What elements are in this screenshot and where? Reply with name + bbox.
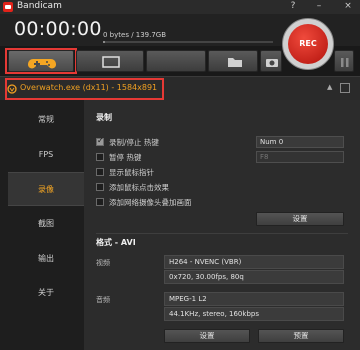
webcam-overlay-label: 添加网络摄像头叠加画面 (109, 198, 192, 207)
screen-mode-button[interactable] (76, 50, 144, 72)
webcam-overlay-checkbox[interactable] (96, 198, 104, 206)
folder-icon (228, 58, 242, 67)
audio-codec: MPEG-1 L2 (164, 292, 344, 306)
show-cursor-label: 显示鼠标指针 (109, 168, 154, 177)
close-button[interactable]: × (340, 0, 356, 14)
disk-usage-fill (103, 41, 105, 43)
format-section-title: 格式 - AVI (96, 238, 136, 247)
window-mode-icon[interactable] (340, 83, 350, 93)
settings-sidebar: 常规 FPS 录像 截图 输出 关于 (0, 100, 84, 350)
show-cursor-checkbox[interactable] (96, 168, 104, 176)
record-button[interactable]: REC (282, 18, 334, 70)
camera-icon (266, 59, 278, 67)
section-divider (96, 233, 348, 234)
pause-icon (341, 58, 349, 67)
pause-hotkey-label: 暂停 热键 (109, 153, 142, 162)
video-detail: 0x720, 30.00fps, 80q (164, 270, 344, 284)
click-effect-label: 添加鼠标点击效果 (109, 183, 169, 192)
video-label: 视频 (96, 259, 110, 267)
record-hotkey-field[interactable]: Num 0 (256, 136, 344, 148)
sidebar-item-video[interactable]: 录像 (8, 172, 84, 206)
target-window-bar[interactable]: Overwatch.exe (dx11) - 1584x891 ▲ (0, 76, 360, 100)
bandicam-logo-icon (3, 2, 13, 12)
help-button[interactable]: ? (285, 0, 301, 14)
video-settings-panel: 录制 录制/停止 热键 Num 0 暂停 热键 F8 显示鼠标指针 添加鼠标点击… (84, 100, 360, 350)
sidebar-item-general[interactable]: 常规 (8, 103, 84, 137)
pause-button[interactable] (334, 50, 354, 72)
format-settings-button[interactable]: 设置 (164, 329, 250, 343)
target-highlight (5, 78, 164, 100)
record-button-label: REC (288, 24, 328, 64)
screen-rectangle-icon (102, 56, 120, 68)
open-folder-button[interactable] (208, 50, 258, 72)
pause-hotkey-checkbox[interactable] (96, 153, 104, 161)
minimize-button[interactable]: – (311, 0, 327, 14)
sidebar-item-image[interactable]: 截图 (8, 207, 84, 241)
recording-timer: 00:00:00 (14, 18, 102, 40)
disk-usage-bar (103, 41, 273, 43)
record-settings-button[interactable]: 设置 (256, 212, 344, 226)
audio-label: 音频 (96, 296, 110, 304)
sidebar-item-fps[interactable]: FPS (8, 138, 84, 172)
collapse-arrow-icon[interactable]: ▲ (327, 83, 332, 91)
empty-mode-button[interactable] (146, 50, 206, 72)
audio-detail: 44.1KHz, stereo, 160kbps (164, 307, 344, 321)
record-section-title: 录制 (96, 113, 112, 122)
screenshot-button[interactable] (260, 50, 282, 72)
click-effect-checkbox[interactable] (96, 183, 104, 191)
video-codec: H264 - NVENC (VBR) (164, 255, 344, 269)
game-mode-highlight (5, 48, 77, 74)
record-hotkey-label: 录制/停止 热键 (109, 138, 159, 147)
app-title: Bandicam (17, 1, 62, 11)
file-size-readout: 0 bytes / 139.7GB (103, 31, 167, 39)
sidebar-item-about[interactable]: 关于 (8, 276, 84, 310)
sidebar-item-output[interactable]: 输出 (8, 242, 84, 276)
pause-hotkey-field[interactable]: F8 (256, 151, 344, 163)
title-bar: Bandicam ? – × (0, 0, 360, 14)
preset-button[interactable]: 预置 (258, 329, 344, 343)
record-hotkey-checkbox[interactable] (96, 136, 104, 146)
